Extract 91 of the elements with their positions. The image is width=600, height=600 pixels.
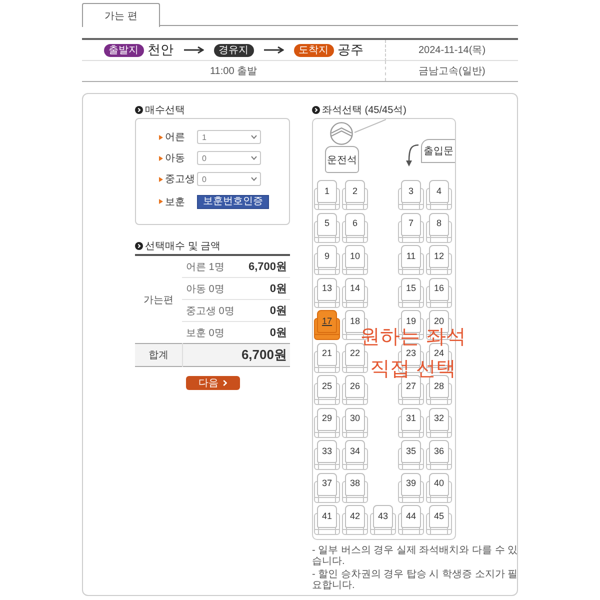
tab[interactable]: 가는 편 <box>82 3 160 27</box>
seat[interactable]: 14 <box>342 278 368 308</box>
seat[interactable]: 29 <box>314 408 340 438</box>
passenger-count-label: 보훈 0명 <box>186 328 224 339</box>
verify-button[interactable]: 보훈번호인증 <box>197 194 269 208</box>
seat[interactable]: 15 <box>398 278 424 308</box>
seat[interactable]: 17 <box>314 310 340 340</box>
seat[interactable]: 5 <box>314 212 340 242</box>
seat[interactable]: 8 <box>426 212 452 242</box>
seat[interactable]: 39 <box>398 472 424 502</box>
seat[interactable]: 38 <box>342 472 368 502</box>
caret-icon <box>251 156 257 160</box>
chevron-circle-icon <box>135 106 143 114</box>
city-name: 공주 <box>338 41 364 59</box>
next-button[interactable]: 다음 <box>186 376 240 390</box>
seat[interactable]: 10 <box>342 245 368 275</box>
seat[interactable]: 21 <box>314 342 340 372</box>
seat[interactable]: 33 <box>314 440 340 470</box>
count-select[interactable]: 0 <box>197 172 261 186</box>
seat[interactable]: 34 <box>342 440 368 470</box>
note-text: - 할인 승차권의 경우 탑승 시 학생증 소지가 필요합니다. <box>312 569 518 591</box>
seat[interactable]: 45 <box>426 505 452 535</box>
seat[interactable]: 16 <box>426 278 452 308</box>
seat[interactable]: 12 <box>426 245 452 275</box>
seat[interactable]: 1 <box>314 180 340 210</box>
seat[interactable]: 4 <box>426 180 452 210</box>
route-badge: 경유지 <box>214 44 254 56</box>
seat[interactable]: 11 <box>398 245 424 275</box>
arrow-icon <box>264 46 284 54</box>
total-label: 합계 <box>135 343 182 366</box>
seat[interactable]: 26 <box>342 375 368 405</box>
seat[interactable]: 32 <box>426 408 452 438</box>
seat[interactable]: 36 <box>426 440 452 470</box>
seat[interactable]: 30 <box>342 408 368 438</box>
annotation-text: 원하는 좌석 <box>360 327 466 348</box>
travel-date: 2024-11-14(목) <box>418 44 486 57</box>
passenger-count-label: 아동 0명 <box>186 284 224 295</box>
bullet-icon <box>159 156 163 160</box>
chevron-circle-icon <box>135 242 143 250</box>
fare-amount: 6,700원 <box>248 261 287 274</box>
seat[interactable]: 9 <box>314 245 340 275</box>
bullet-icon <box>159 199 163 204</box>
seat[interactable]: 41 <box>314 505 340 535</box>
count-select[interactable]: 0 <box>197 151 261 165</box>
bus-company: 금남고속(일반) <box>418 65 486 78</box>
fare-amount: 0원 <box>270 327 287 339</box>
caret-icon <box>251 135 257 139</box>
ticket-type-label: 아동 <box>165 152 185 165</box>
seat[interactable]: 31 <box>398 408 424 438</box>
caret-icon <box>251 177 257 181</box>
entrance-door: 출입문 <box>421 139 455 163</box>
direction-label: 가는편 <box>144 295 174 306</box>
seat[interactable]: 37 <box>314 472 340 502</box>
dashboard-drawing <box>354 119 386 133</box>
seat[interactable]: 40 <box>426 472 452 502</box>
route-badge: 도착지 <box>294 44 334 56</box>
note-text: - 일부 버스의 경우 실제 좌석배치와 다를 수 있습니다. <box>312 545 518 567</box>
section-title: 좌석선택 (45/45석) <box>322 104 406 117</box>
fare-amount: 0원 <box>270 283 287 295</box>
seat[interactable]: 3 <box>398 180 424 210</box>
seat[interactable]: 25 <box>314 375 340 405</box>
seat[interactable]: 13 <box>314 278 340 308</box>
driver-seat: 운전석 <box>325 146 359 173</box>
section-title: 매수선택 <box>145 104 185 117</box>
seat[interactable]: 42 <box>342 505 368 535</box>
bullet-icon <box>159 134 163 140</box>
count-select[interactable]: 1 <box>197 130 261 144</box>
passenger-count-label: 중고생 0명 <box>186 306 234 317</box>
ticket-type-label: 중고생 <box>165 173 195 186</box>
seat[interactable]: 44 <box>398 505 424 535</box>
total-amount: 6,700원 <box>182 343 290 366</box>
city-name: 천안 <box>148 41 174 59</box>
ticket-type-label: 보훈 <box>165 196 185 208</box>
seat[interactable]: 7 <box>398 212 424 242</box>
chevron-circle-icon <box>312 106 320 114</box>
departure-time: 11:00 출발 <box>210 65 258 78</box>
passenger-count-label: 어른 1명 <box>186 262 224 274</box>
seat[interactable]: 6 <box>342 212 368 242</box>
seat[interactable]: 35 <box>398 440 424 470</box>
seat[interactable]: 43 <box>370 505 396 535</box>
ticket-type-label: 어른 <box>165 131 185 144</box>
annotation-text: 직접 선택 <box>370 359 456 380</box>
chevron-right-icon <box>222 380 226 386</box>
fare-amount: 0원 <box>270 305 287 317</box>
route-badge: 출발지 <box>104 44 144 56</box>
arrow-icon <box>184 46 204 54</box>
seat[interactable]: 2 <box>342 180 368 210</box>
curved-arrow-icon <box>405 143 419 167</box>
bullet-icon <box>159 176 163 182</box>
steering-wheel-icon <box>330 122 353 145</box>
section-title: 선택매수 및 금액 <box>145 240 221 253</box>
